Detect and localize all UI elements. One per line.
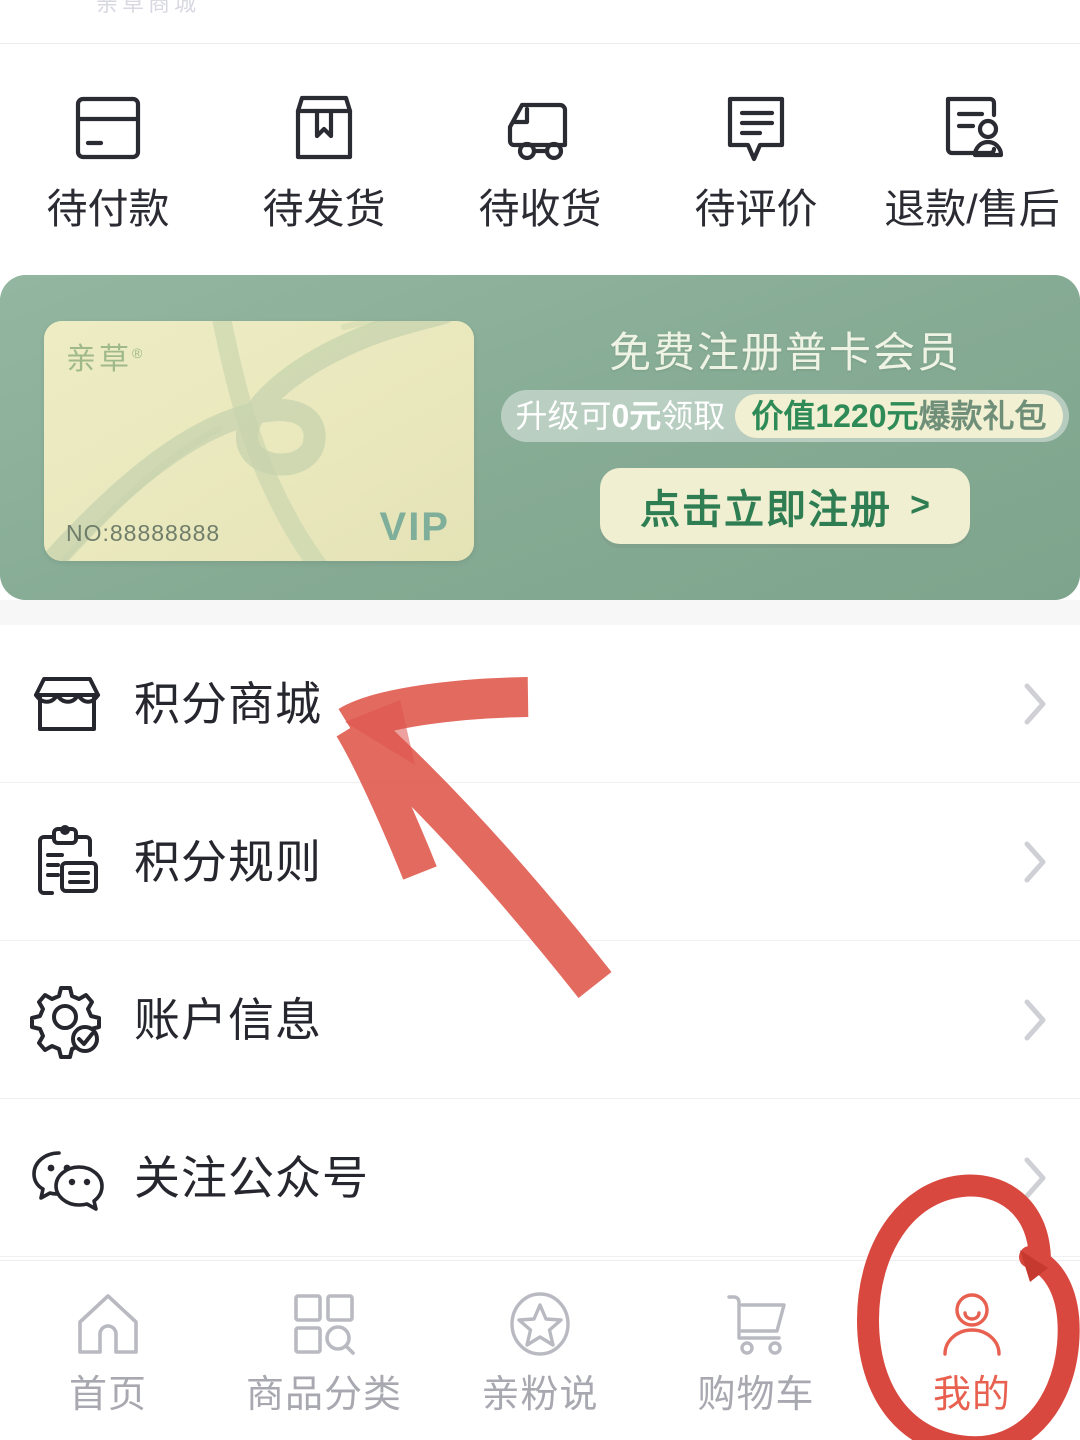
card-number: NO:88888888 — [66, 520, 221, 546]
order-status-item-pending-receipt[interactable]: 待收货 — [432, 65, 648, 255]
pill-value-highlight: 价值1220元 — [751, 397, 919, 434]
nav-item-label: 首页 — [68, 1373, 147, 1416]
comment-icon — [716, 89, 796, 167]
nav-item-category[interactable]: 商品分类 — [216, 1271, 432, 1431]
menu-item-label: 积分商城 — [134, 677, 322, 730]
vip-registration-banner[interactable]: 亲草® NO:88888888 VIP 免费注册普卡会员 升级可0元领取 价值1… — [0, 275, 1080, 600]
banner-text-column: 免费注册普卡会员 升级可0元领取 价值1220元 爆款礼包 点击立即注册 > — [490, 275, 1080, 600]
order-status-label: 待发货 — [262, 186, 386, 232]
menu-item-follow-official-account[interactable]: 关注公众号 — [0, 1099, 1080, 1257]
vip-banner-wrapper: 亲草® NO:88888888 VIP 免费注册普卡会员 升级可0元领取 价值1… — [0, 275, 1080, 600]
order-status-label: 待付款 — [46, 186, 170, 232]
order-status-label: 待收货 — [478, 186, 602, 232]
chevron-right-icon — [1022, 839, 1048, 885]
clipboard-icon — [28, 823, 106, 901]
nav-item-label: 亲粉说 — [481, 1373, 599, 1416]
section-gap-divider — [0, 600, 1080, 625]
top-ghost-text: 亲草商城 — [96, 0, 201, 16]
menu-item-points-mall[interactable]: 积分商城 — [0, 625, 1080, 783]
card-brand-text: 亲草 — [66, 343, 132, 376]
order-status-item-refund-aftersales[interactable]: 退款/售后 — [864, 65, 1080, 255]
home-icon — [72, 1288, 144, 1360]
chevron-right-icon — [1022, 681, 1048, 727]
cart-icon — [720, 1288, 792, 1360]
pill-suffix: 领取 — [661, 397, 726, 434]
chevron-right-icon: > — [910, 486, 930, 524]
wallet-icon — [68, 89, 148, 167]
order-status-bar: 待付款 待发货 待收货 待评价 退款/售后 — [0, 44, 1080, 275]
nav-item-mine[interactable]: 我的 — [864, 1271, 1080, 1431]
menu-item-account-info[interactable]: 账户信息 — [0, 941, 1080, 1099]
membership-card-image: 亲草® NO:88888888 VIP — [44, 321, 474, 561]
nav-item-label: 我的 — [932, 1373, 1011, 1416]
banner-pill-right: 价值1220元 爆款礼包 — [735, 393, 1063, 438]
card-brand-mark: ® — [132, 345, 146, 361]
banner-title: 免费注册普卡会员 — [608, 328, 961, 376]
menu-item-label: 账户信息 — [134, 993, 322, 1046]
menu-item-label: 关注公众号 — [134, 1151, 369, 1204]
banner-pill-left: 升级可0元领取 — [515, 400, 729, 432]
card-brand-logo: 亲草® — [66, 345, 145, 375]
store-icon — [28, 665, 106, 743]
card-tier-label: VIP — [379, 505, 450, 549]
chevron-right-icon — [1022, 997, 1048, 1043]
refund-service-icon — [932, 89, 1012, 167]
order-status-item-pending-review[interactable]: 待评价 — [648, 65, 864, 255]
nav-item-fans-talk[interactable]: 亲粉说 — [432, 1271, 648, 1431]
bottom-navigation-bar: 首页 商品分类 亲粉说 购物车 我的 — [0, 1260, 1080, 1440]
order-status-item-pending-payment[interactable]: 待付款 — [0, 65, 216, 255]
wechat-icon — [28, 1139, 106, 1217]
pill-amount: 0元 — [611, 397, 662, 434]
user-icon — [936, 1288, 1008, 1360]
star-icon — [504, 1288, 576, 1360]
pill-prefix: 升级可 — [515, 397, 612, 434]
order-status-label: 待评价 — [694, 186, 818, 232]
pill-value-text: 爆款礼包 — [918, 397, 1047, 434]
nav-item-home[interactable]: 首页 — [0, 1271, 216, 1431]
truck-icon — [500, 89, 580, 167]
register-now-button[interactable]: 点击立即注册 > — [600, 467, 970, 544]
nav-item-cart[interactable]: 购物车 — [648, 1271, 864, 1431]
package-icon — [284, 89, 364, 167]
gear-check-icon — [28, 981, 106, 1059]
order-status-item-pending-shipment[interactable]: 待发货 — [216, 65, 432, 255]
account-menu-list: 积分商城 积分规则 账户信息 关注公众号 — [0, 625, 1080, 1257]
nav-item-label: 商品分类 — [245, 1373, 402, 1416]
top-strip: 亲草商城 — [0, 0, 1080, 44]
chevron-right-icon — [1022, 1155, 1048, 1201]
banner-benefit-pill: 升级可0元领取 价值1220元 爆款礼包 — [501, 389, 1069, 442]
category-icon — [288, 1288, 360, 1360]
nav-item-label: 购物车 — [697, 1373, 815, 1416]
order-status-label: 退款/售后 — [884, 186, 1060, 232]
menu-item-label: 积分规则 — [134, 835, 322, 888]
menu-item-points-rules[interactable]: 积分规则 — [0, 783, 1080, 941]
register-now-label: 点击立即注册 — [640, 487, 893, 532]
